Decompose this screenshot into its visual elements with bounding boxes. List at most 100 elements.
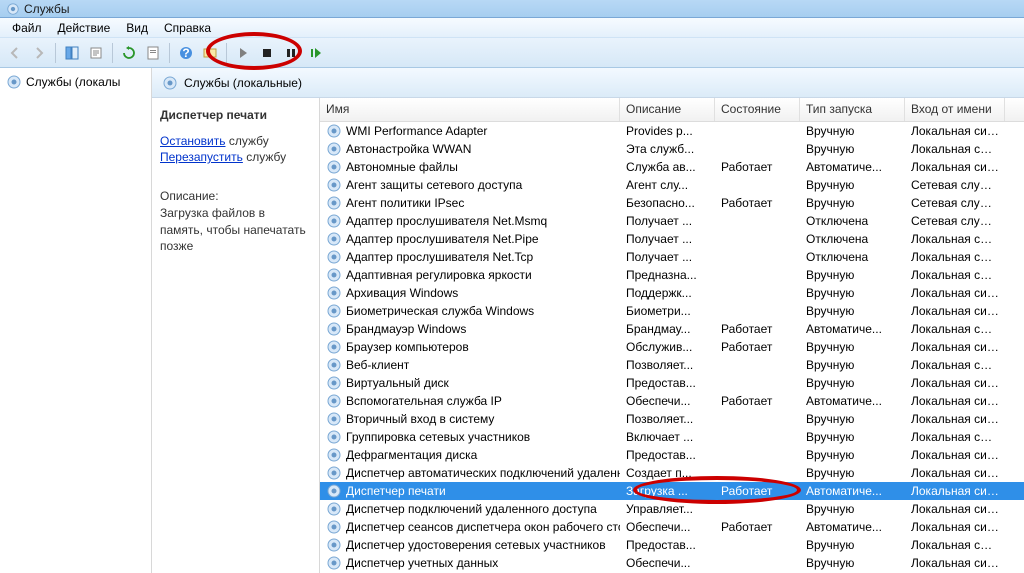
cell-state bbox=[715, 256, 800, 258]
properties-button[interactable] bbox=[142, 42, 164, 64]
cell-startup: Вручную bbox=[800, 177, 905, 193]
list-header: Имя Описание Состояние Тип запуска Вход … bbox=[320, 98, 1024, 122]
forward-button[interactable] bbox=[28, 42, 50, 64]
cell-state bbox=[715, 220, 800, 222]
gear-icon bbox=[326, 519, 342, 535]
service-row[interactable]: Адаптер прослушивателя Net.TcpПолучает .… bbox=[320, 248, 1024, 266]
service-row[interactable]: Диспетчер удостоверения сетевых участник… bbox=[320, 536, 1024, 554]
cell-startup: Вручную bbox=[800, 141, 905, 157]
tree-root-services[interactable]: Службы (локалы bbox=[2, 72, 149, 92]
description-block: Описание: Загрузка файлов в память, чтоб… bbox=[160, 188, 311, 255]
cell-state bbox=[715, 148, 800, 150]
cell-name: Брандмауэр Windows bbox=[320, 320, 620, 338]
service-row[interactable]: Адаптер прослушивателя Net.MsmqПолучает … bbox=[320, 212, 1024, 230]
cell-startup: Вручную bbox=[800, 465, 905, 481]
cell-name: Вспомогательная служба IP bbox=[320, 392, 620, 410]
pause-service-button[interactable] bbox=[280, 42, 302, 64]
restart-service-link[interactable]: Перезапустить bbox=[160, 150, 243, 164]
cell-logon: Локальная сис... bbox=[905, 465, 1005, 481]
service-row[interactable]: Виртуальный дискПредостав...ВручнуюЛокал… bbox=[320, 374, 1024, 392]
service-row[interactable]: Дефрагментация дискаПредостав...ВручнуюЛ… bbox=[320, 446, 1024, 464]
service-row[interactable]: Брандмауэр WindowsБрандмау...РаботаетАвт… bbox=[320, 320, 1024, 338]
service-row[interactable]: Адаптер прослушивателя Net.PipeПолучает … bbox=[320, 230, 1024, 248]
col-startup[interactable]: Тип запуска bbox=[800, 98, 905, 121]
service-row[interactable]: Диспетчер подключений удаленного доступа… bbox=[320, 500, 1024, 518]
service-row[interactable]: Диспетчер сеансов диспетчера окон рабоче… bbox=[320, 518, 1024, 536]
cell-name: Адаптер прослушивателя Net.Pipe bbox=[320, 230, 620, 248]
cell-description: Обслужив... bbox=[620, 339, 715, 355]
cell-description: Безопасно... bbox=[620, 195, 715, 211]
menu-help[interactable]: Справка bbox=[156, 19, 219, 37]
service-row[interactable]: Диспетчер учетных данныхОбеспечи...Вручн… bbox=[320, 554, 1024, 572]
cell-logon: Сетевая служба bbox=[905, 177, 1005, 193]
service-row[interactable]: Агент политики IPsecБезопасно...Работает… bbox=[320, 194, 1024, 212]
cell-name: Адаптер прослушивателя Net.Tcp bbox=[320, 248, 620, 266]
export-button[interactable] bbox=[85, 42, 107, 64]
menu-action[interactable]: Действие bbox=[50, 19, 119, 37]
service-row[interactable]: Вспомогательная служба IPОбеспечи...Рабо… bbox=[320, 392, 1024, 410]
show-hide-tree-button[interactable] bbox=[61, 42, 83, 64]
cell-description: Управляет... bbox=[620, 501, 715, 517]
col-name[interactable]: Имя bbox=[320, 98, 620, 121]
menu-view[interactable]: Вид bbox=[118, 19, 156, 37]
cell-logon: Локальная сис... bbox=[905, 123, 1005, 139]
service-row[interactable]: Адаптивная регулировка яркостиПредназна.… bbox=[320, 266, 1024, 284]
cell-logon: Локальная слу... bbox=[905, 249, 1005, 265]
cell-state bbox=[715, 310, 800, 312]
cell-description: Брандмау... bbox=[620, 321, 715, 337]
menu-file[interactable]: Файл bbox=[4, 19, 50, 37]
cell-description: Обеспечи... bbox=[620, 393, 715, 409]
cell-description: Создает п... bbox=[620, 465, 715, 481]
service-row[interactable]: Браузер компьютеровОбслужив...РаботаетВр… bbox=[320, 338, 1024, 356]
cell-startup: Вручную bbox=[800, 267, 905, 283]
cell-logon: Локальная сис... bbox=[905, 411, 1005, 427]
cell-state bbox=[715, 274, 800, 276]
service-row[interactable]: Агент защиты сетевого доступаАгент слу..… bbox=[320, 176, 1024, 194]
right-pane: Службы (локальные) Диспетчер печати Оста… bbox=[152, 68, 1024, 573]
cell-state bbox=[715, 292, 800, 294]
cell-state bbox=[715, 454, 800, 456]
gear-icon bbox=[326, 555, 342, 571]
cell-startup: Вручную bbox=[800, 375, 905, 391]
restart-service-button[interactable] bbox=[304, 42, 326, 64]
service-row[interactable]: Веб-клиентПозволяет...ВручнуюЛокальная с… bbox=[320, 356, 1024, 374]
help-button[interactable]: ? bbox=[175, 42, 197, 64]
cell-startup: Вручную bbox=[800, 411, 905, 427]
cell-name: Дефрагментация диска bbox=[320, 446, 620, 464]
stop-service-button[interactable] bbox=[256, 42, 278, 64]
col-logon[interactable]: Вход от имени bbox=[905, 98, 1005, 121]
services-list: Имя Описание Состояние Тип запуска Вход … bbox=[320, 98, 1024, 573]
gear-icon bbox=[326, 177, 342, 193]
gear-icon bbox=[326, 411, 342, 427]
refresh-button[interactable] bbox=[118, 42, 140, 64]
service-row[interactable]: Диспетчер печатиЗагрузка ...РаботаетАвто… bbox=[320, 482, 1024, 500]
gear-icon bbox=[326, 429, 342, 445]
service-row[interactable]: Автонастройка WWANЭта служб...ВручнуюЛок… bbox=[320, 140, 1024, 158]
gear-icon bbox=[6, 74, 22, 90]
col-description[interactable]: Описание bbox=[620, 98, 715, 121]
service-row[interactable]: Вторичный вход в системуПозволяет...Вруч… bbox=[320, 410, 1024, 428]
cell-logon: Локальная слу... bbox=[905, 357, 1005, 373]
cell-startup: Вручную bbox=[800, 447, 905, 463]
service-row[interactable]: Диспетчер автоматических подключений уда… bbox=[320, 464, 1024, 482]
service-row[interactable]: Автономные файлыСлужба ав...РаботаетАвто… bbox=[320, 158, 1024, 176]
stop-service-link[interactable]: Остановить bbox=[160, 134, 226, 148]
start-service-button[interactable] bbox=[232, 42, 254, 64]
main-area: Службы (локалы Службы (локальные) Диспет… bbox=[0, 68, 1024, 573]
service-row[interactable]: WMI Performance AdapterProvides p...Вруч… bbox=[320, 122, 1024, 140]
list-body[interactable]: WMI Performance AdapterProvides p...Вруч… bbox=[320, 122, 1024, 573]
col-state[interactable]: Состояние bbox=[715, 98, 800, 121]
service-row[interactable]: Архивация WindowsПоддержк...ВручнуюЛокал… bbox=[320, 284, 1024, 302]
service-row[interactable]: Биометрическая служба WindowsБиометри...… bbox=[320, 302, 1024, 320]
cell-logon: Локальная слу... bbox=[905, 321, 1005, 337]
window-titlebar: Службы bbox=[0, 0, 1024, 18]
back-button[interactable] bbox=[4, 42, 26, 64]
gear-icon bbox=[326, 465, 342, 481]
link-suffix: службу bbox=[226, 134, 269, 148]
cell-logon: Локальная сис... bbox=[905, 501, 1005, 517]
cell-name: Диспетчер автоматических подключений уда… bbox=[320, 464, 620, 482]
cell-startup: Автоматиче... bbox=[800, 393, 905, 409]
service-row[interactable]: Группировка сетевых участниковВключает .… bbox=[320, 428, 1024, 446]
console-tree-button[interactable] bbox=[199, 42, 221, 64]
cell-startup: Отключена bbox=[800, 231, 905, 247]
